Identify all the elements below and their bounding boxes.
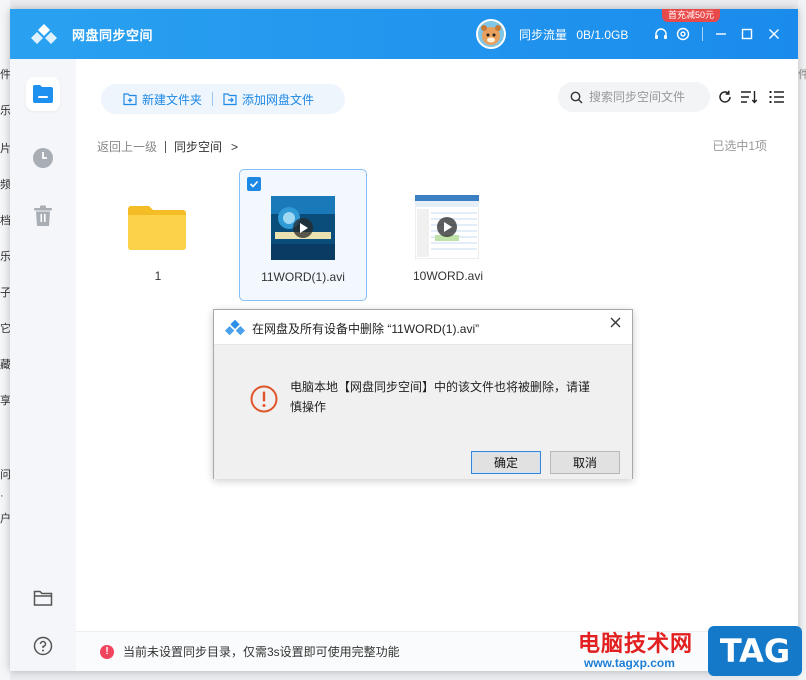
sidebar-item-trash[interactable] bbox=[26, 199, 60, 233]
watermark-url: www.tagxp.com bbox=[584, 656, 675, 670]
breadcrumb-current[interactable]: 同步空间 bbox=[174, 138, 222, 155]
refresh-icon[interactable] bbox=[716, 88, 734, 106]
folder-icon bbox=[33, 590, 53, 606]
bg-fragment: 档 bbox=[0, 215, 10, 227]
new-folder-icon bbox=[123, 93, 137, 106]
search-input[interactable] bbox=[589, 90, 699, 104]
sort-icon[interactable] bbox=[740, 88, 758, 106]
bg-fragment: 子 bbox=[0, 287, 10, 299]
avatar[interactable] bbox=[476, 19, 506, 49]
folder-icon bbox=[128, 206, 186, 250]
background-app-strip: 件 乐 片 频 档 乐 子 它 藏 享 问 · 户 bbox=[0, 0, 10, 680]
dialog-body: 电脑本地【网盘同步空间】中的该文件也将被删除，请谨慎操作 确定 取消 bbox=[214, 345, 632, 479]
file-name: 10WORD.avi bbox=[412, 269, 483, 283]
dialog-close-icon[interactable] bbox=[606, 313, 624, 331]
background-app-right: 件 bbox=[798, 0, 806, 680]
new-folder-button[interactable]: 新建文件夹 bbox=[101, 84, 202, 114]
add-file-icon bbox=[223, 93, 237, 106]
add-files-button[interactable]: 添加网盘文件 bbox=[201, 84, 314, 114]
confirm-button[interactable]: 确定 bbox=[471, 451, 541, 474]
app-logo-icon bbox=[224, 319, 246, 336]
dialog-title-bar: 在网盘及所有设备中删除 “11WORD(1).avi” bbox=[214, 310, 632, 345]
breadcrumb-divider bbox=[165, 140, 167, 153]
maximize-icon[interactable] bbox=[736, 23, 758, 45]
headset-icon[interactable] bbox=[650, 23, 672, 45]
breadcrumb: 返回上一级 同步空间 > bbox=[97, 138, 238, 155]
sync-traffic: 同步流量 0B/1.0GB bbox=[519, 26, 628, 43]
bg-fragment: 件 bbox=[798, 69, 806, 81]
breadcrumb-arrow: > bbox=[231, 139, 239, 154]
bg-fragment: 乐 bbox=[0, 251, 10, 263]
watermark-site-name: 电脑技术网 bbox=[578, 632, 694, 657]
bg-fragment: 户 bbox=[0, 513, 10, 525]
bg-fragment: 享 bbox=[0, 395, 10, 407]
delete-confirm-dialog: 在网盘及所有设备中删除 “11WORD(1).avi” 电脑本地【网盘同步空间】… bbox=[213, 309, 633, 479]
site-watermark: 电脑技术网 www.tagxp.com TAG bbox=[578, 624, 806, 680]
file-item[interactable]: 11WORD(1).avi bbox=[239, 169, 367, 301]
sidebar-item-help[interactable] bbox=[26, 629, 60, 663]
video-thumbnail bbox=[271, 196, 335, 260]
check-icon bbox=[249, 180, 259, 188]
sidebar-item-open-folder[interactable] bbox=[26, 581, 60, 615]
action-pill: 新建文件夹 添加网盘文件 bbox=[101, 84, 345, 114]
titlebar-divider bbox=[702, 27, 703, 41]
bg-fragment: 件 bbox=[0, 69, 10, 81]
watermark-tag: TAG bbox=[708, 626, 802, 676]
alert-icon bbox=[250, 385, 278, 413]
search-icon bbox=[570, 91, 583, 103]
clock-icon bbox=[33, 148, 53, 168]
dialog-message: 电脑本地【网盘同步空间】中的该文件也将被删除，请谨慎操作 bbox=[290, 380, 591, 414]
new-folder-label: 新建文件夹 bbox=[142, 92, 203, 107]
sidebar-item-history[interactable] bbox=[26, 141, 60, 175]
sidebar-item-sync-space[interactable] bbox=[26, 77, 60, 111]
cancel-button[interactable]: 取消 bbox=[550, 451, 620, 474]
title-bar: 网盘同步空间 同步流量 0B/1.0GB 首充减50元 bbox=[10, 9, 798, 59]
dialog-title: 在网盘及所有设备中删除 “11WORD(1).avi” bbox=[252, 322, 480, 336]
sidebar bbox=[10, 59, 76, 671]
traffic-value: 0B/1.0GB bbox=[576, 28, 629, 42]
help-icon bbox=[33, 636, 53, 656]
bg-fragment: · bbox=[0, 490, 4, 502]
search-box[interactable] bbox=[558, 82, 710, 112]
file-name: 1 bbox=[154, 269, 162, 283]
bg-fragment: 藏 bbox=[0, 359, 10, 371]
list-view-icon[interactable] bbox=[768, 88, 786, 106]
folder-file-icon bbox=[33, 85, 53, 103]
traffic-label: 同步流量 bbox=[519, 28, 568, 42]
back-link[interactable]: 返回上一级 bbox=[97, 138, 157, 155]
warning-icon: ! bbox=[100, 644, 114, 659]
bg-fragment: 乐 bbox=[0, 105, 10, 117]
checkbox[interactable] bbox=[247, 177, 261, 191]
add-files-label: 添加网盘文件 bbox=[242, 92, 315, 107]
avatar-face-icon bbox=[478, 21, 504, 47]
file-item[interactable]: 1 bbox=[94, 169, 222, 301]
file-name: 11WORD(1).avi bbox=[261, 270, 345, 284]
video-thumbnail bbox=[415, 195, 479, 259]
selection-status: 已选中1项 bbox=[712, 139, 767, 153]
file-item[interactable]: 10WORD.avi bbox=[384, 169, 512, 301]
bg-fragment: 它 bbox=[0, 323, 10, 335]
bg-fragment: 频 bbox=[0, 179, 10, 191]
settings-icon[interactable] bbox=[672, 23, 694, 45]
bg-fragment: 问 bbox=[0, 469, 10, 481]
app-title: 网盘同步空间 bbox=[72, 28, 154, 43]
close-icon[interactable] bbox=[763, 23, 785, 45]
sync-notice-text: 当前未设置同步目录，仅需3s设置即可使用完整功能 bbox=[123, 645, 400, 659]
promo-badge[interactable]: 首充减50元 bbox=[662, 9, 721, 22]
bg-fragment: 片 bbox=[0, 143, 10, 155]
app-logo-icon bbox=[31, 24, 57, 44]
trash-icon bbox=[34, 205, 52, 226]
minimize-icon[interactable] bbox=[710, 23, 732, 45]
